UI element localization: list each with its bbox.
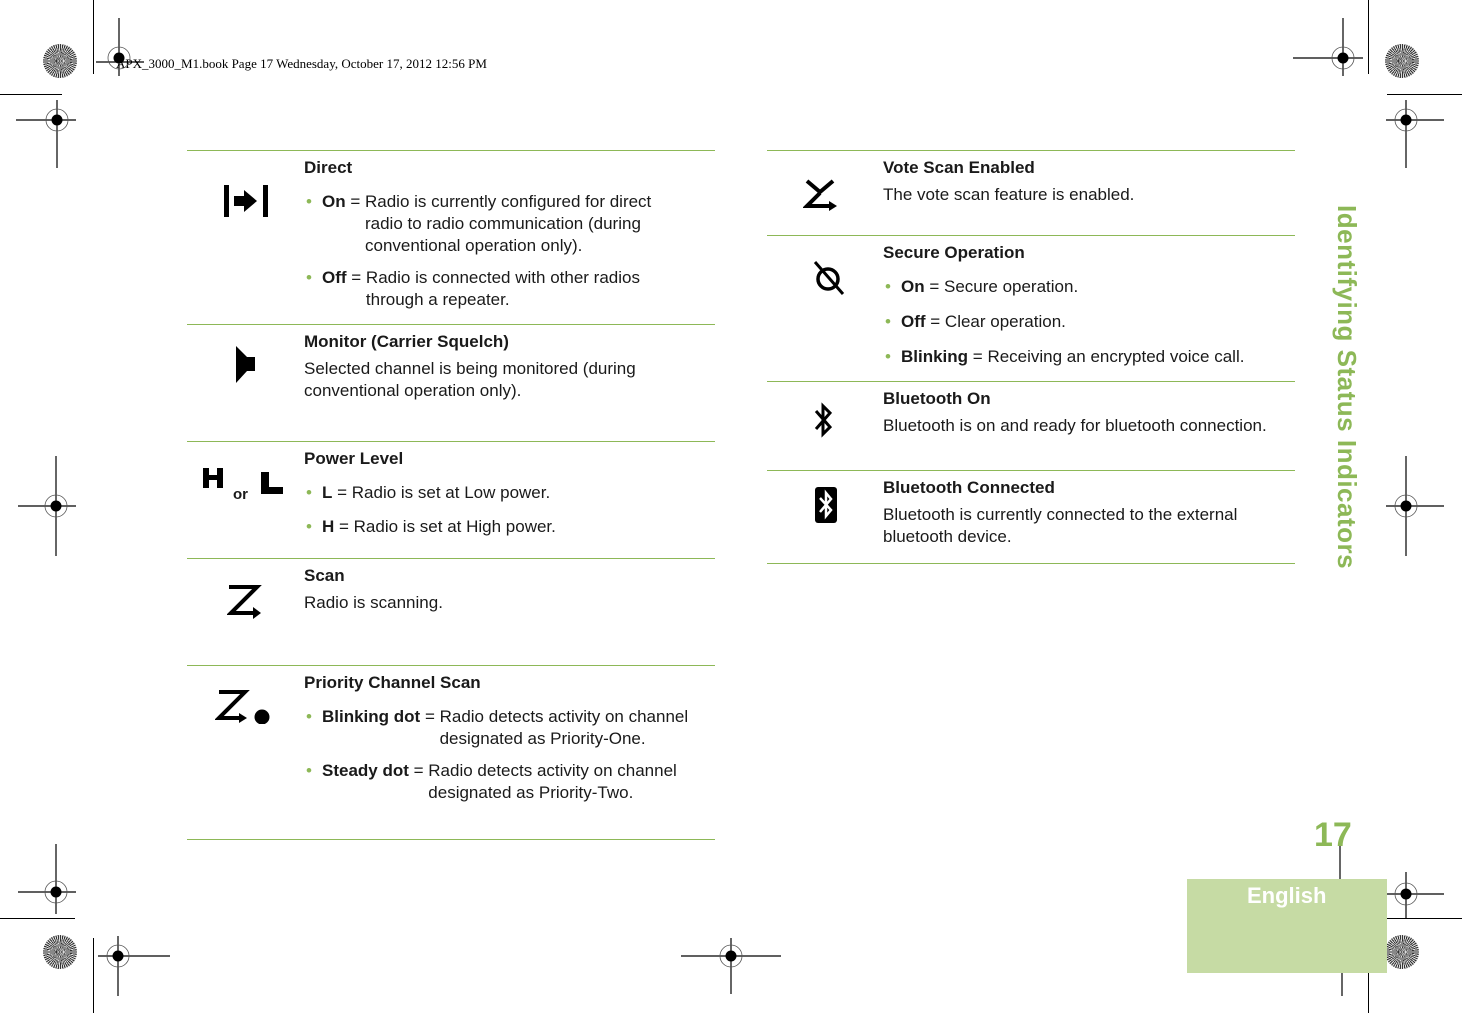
indicator-title: Power Level xyxy=(304,449,404,468)
star-target-icon xyxy=(43,935,77,969)
table-row: Priority Channel Scan Blinking dot = Rad… xyxy=(187,665,715,840)
table-row: Bluetooth On Bluetooth is on and ready f… xyxy=(767,381,1295,470)
table-row: Monitor (Carrier Squelch) Selected chann… xyxy=(187,324,715,441)
registration-crosshair-icon xyxy=(1293,18,1363,76)
registration-crosshair-icon xyxy=(1386,872,1444,918)
registration-crosshair-icon xyxy=(18,456,76,556)
monitor-speaker-icon xyxy=(235,345,257,385)
crop-line xyxy=(1387,94,1462,95)
star-target-icon xyxy=(43,44,77,78)
table-row: Scan Radio is scanning. xyxy=(187,558,715,665)
bullet-item: Off = Clear operation. xyxy=(883,311,1293,333)
scan-icon xyxy=(227,583,263,619)
indicator-description: Radio is scanning. xyxy=(304,593,443,612)
bullet-item: Blinking = Receiving an encrypted voice … xyxy=(883,346,1293,368)
bullet-text: Radio is currently configured for direct… xyxy=(364,192,652,255)
bullet-separator: = xyxy=(334,517,354,536)
priority-scan-icon xyxy=(215,688,275,724)
registration-crosshair-icon xyxy=(16,100,76,168)
crop-line xyxy=(0,918,75,919)
star-target-icon xyxy=(1385,935,1419,969)
crop-line xyxy=(0,94,62,95)
bullet-term: Off xyxy=(322,268,347,287)
bullet-term: H xyxy=(322,517,335,536)
indicator-title: Secure Operation xyxy=(883,243,1025,262)
indicator-description: Selected channel is being monitored (dur… xyxy=(304,359,636,400)
bullet-separator: = xyxy=(925,312,945,331)
indicator-description: Bluetooth is currently connected to the … xyxy=(883,505,1238,546)
bullet-item: Blinking dot = Radio detects activity on… xyxy=(304,706,714,750)
bullet-separator: = xyxy=(408,761,429,780)
registration-crosshair-icon xyxy=(96,18,144,76)
bullet-item: Off = Radio is connected with other radi… xyxy=(304,267,714,311)
language-tab: English xyxy=(1187,879,1387,973)
registration-crosshair-icon xyxy=(681,938,781,994)
indicator-title: Bluetooth On xyxy=(883,389,991,408)
section-title: Identifying Status Indicators xyxy=(1332,205,1362,570)
indicator-title: Monitor (Carrier Squelch) xyxy=(304,332,509,351)
bluetooth-connected-icon xyxy=(815,487,837,523)
bullet-text: Radio detects activity on channel design… xyxy=(428,761,677,802)
page-number: 17 xyxy=(1314,816,1352,854)
power-low-icon xyxy=(261,472,283,494)
bullet-term: Blinking xyxy=(901,347,969,366)
bullet-text: Radio is set at Low power. xyxy=(351,483,551,502)
direct-icon xyxy=(224,185,270,217)
indicator-title: Scan xyxy=(304,566,345,585)
table-row: Secure Operation On = Secure operation. … xyxy=(767,235,1295,381)
bullet-item: H = Radio is set at High power. xyxy=(304,516,714,538)
bullet-term: Blinking dot xyxy=(322,707,421,726)
power-or-label: or xyxy=(233,486,248,503)
bullet-item: On = Secure operation. xyxy=(883,276,1293,298)
language-label: English xyxy=(1247,883,1327,908)
registration-crosshair-icon xyxy=(1386,100,1444,168)
bullet-text: Receiving an encrypted voice call. xyxy=(987,347,1245,366)
bullet-term: Steady dot xyxy=(322,761,409,780)
bullet-text: Radio is connected with other radios thr… xyxy=(365,268,640,309)
bullet-separator: = xyxy=(346,268,366,287)
table-row: Bluetooth Connected Bluetooth is current… xyxy=(767,470,1295,564)
bullet-item: On = Radio is currently configured for d… xyxy=(304,191,714,257)
bullet-separator: = xyxy=(968,347,988,366)
indicator-title: Vote Scan Enabled xyxy=(883,158,1035,177)
registration-crosshair-icon xyxy=(98,936,170,996)
table-row: Direct On = Radio is currently configure… xyxy=(187,150,715,324)
crop-line xyxy=(93,0,94,74)
bullet-text: Radio detects activity on channel design… xyxy=(439,707,689,748)
table-row: Vote Scan Enabled The vote scan feature … xyxy=(767,150,1295,235)
crop-line xyxy=(1368,0,1369,74)
crop-line xyxy=(1387,918,1462,919)
indicator-description: Bluetooth is on and ready for bluetooth … xyxy=(883,416,1267,435)
vote-scan-icon xyxy=(803,179,839,213)
secure-operation-icon xyxy=(811,260,847,296)
bullet-separator: = xyxy=(924,277,944,296)
registration-crosshair-icon xyxy=(1386,456,1444,556)
indicator-title: Direct xyxy=(304,158,353,177)
bullet-separator: = xyxy=(420,707,440,726)
crop-line xyxy=(93,938,94,1013)
bullet-text: Secure operation. xyxy=(943,277,1079,296)
power-high-icon xyxy=(203,468,223,488)
bullet-term: On xyxy=(901,277,925,296)
bullet-term: Off xyxy=(901,312,926,331)
bullet-term: L xyxy=(322,483,333,502)
bullet-item: Steady dot = Radio detects activity on c… xyxy=(304,760,714,804)
table-row: or Power Level L = Radio is set at Low p… xyxy=(187,441,715,558)
book-info-header: APX_3000_M1.book Page 17 Wednesday, Octo… xyxy=(116,56,487,71)
bullet-separator: = xyxy=(332,483,352,502)
bullet-item: L = Radio is set at Low power. xyxy=(304,482,714,504)
indicator-title: Priority Channel Scan xyxy=(304,673,481,692)
indicator-description: The vote scan feature is enabled. xyxy=(883,185,1135,204)
bullet-separator: = xyxy=(345,192,365,211)
star-target-icon xyxy=(1385,44,1419,78)
bluetooth-on-icon xyxy=(813,402,835,438)
bullet-text: Clear operation. xyxy=(944,312,1066,331)
bullet-term: On xyxy=(322,192,346,211)
registration-crosshair-icon xyxy=(18,844,76,914)
indicator-title: Bluetooth Connected xyxy=(883,478,1055,497)
bullet-text: Radio is set at High power. xyxy=(353,517,556,536)
